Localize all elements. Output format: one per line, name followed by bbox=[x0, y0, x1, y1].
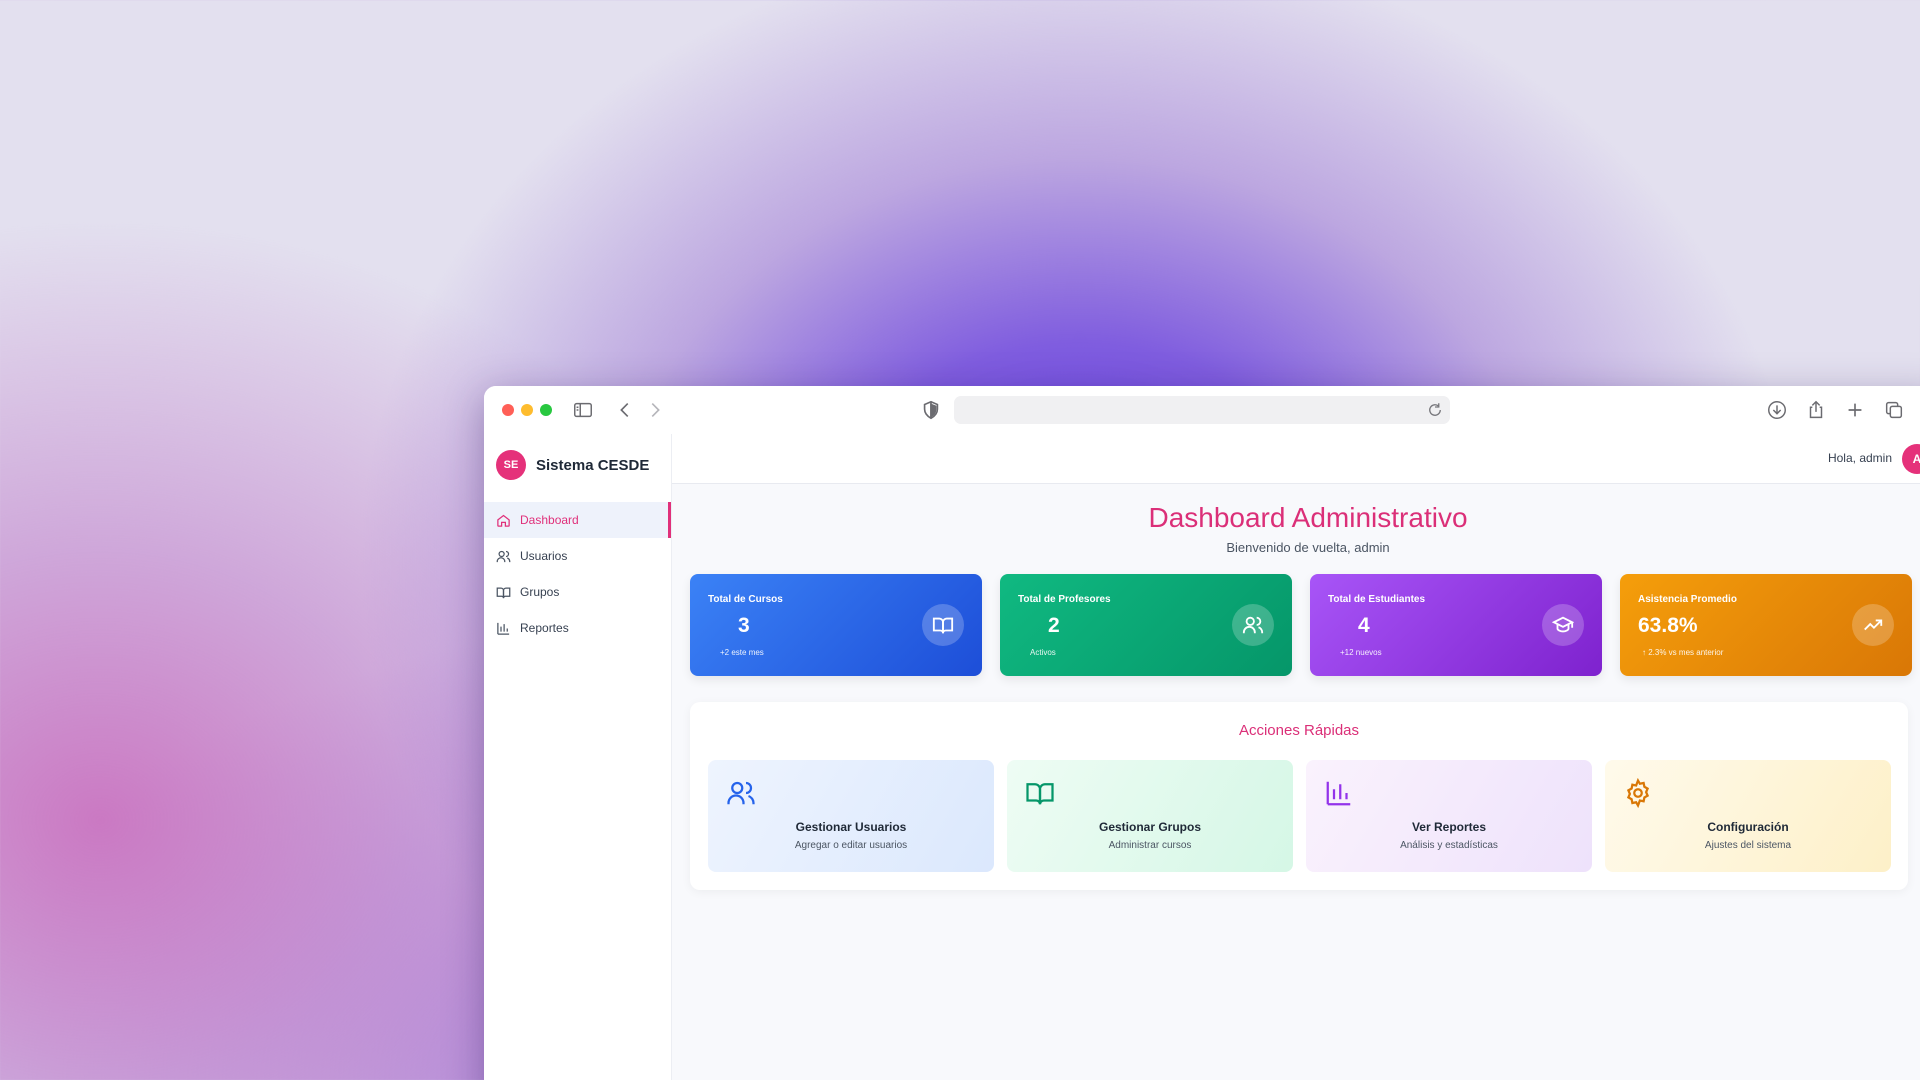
stat-note: +2 este mes bbox=[720, 648, 764, 657]
stat-value: 4 bbox=[1358, 614, 1370, 637]
stat-note: ↑ 2.3% vs mes anterior bbox=[1642, 648, 1724, 657]
tab-overview-icon[interactable] bbox=[1883, 399, 1905, 421]
user-greeting: Hola, admin bbox=[1827, 451, 1892, 465]
zoom-window-button[interactable] bbox=[540, 404, 552, 416]
new-tab-icon[interactable] bbox=[1844, 399, 1866, 421]
download-icon[interactable] bbox=[1766, 399, 1788, 421]
sidebar-item-label: Reportes bbox=[520, 621, 569, 635]
sidebar-item-label: Dashboard bbox=[520, 513, 579, 527]
sidebar-item-grupos[interactable]: Grupos bbox=[484, 574, 671, 610]
sidebar-item-label: Grupos bbox=[520, 585, 560, 599]
shield-icon[interactable] bbox=[920, 399, 942, 421]
quick-action-desc: Análisis y estadísticas bbox=[1400, 840, 1498, 851]
quick-actions-title: Acciones Rápidas bbox=[1238, 722, 1360, 739]
users-icon bbox=[726, 778, 756, 808]
graduation-cap-icon bbox=[1542, 604, 1584, 646]
ver-reportes-button[interactable]: Ver Reportes Análisis y estadísticas bbox=[1306, 760, 1592, 872]
stat-value: 63.8% bbox=[1638, 614, 1698, 637]
users-icon bbox=[496, 549, 511, 564]
page-subtitle: Bienvenido de vuelta, admin bbox=[1226, 540, 1390, 555]
sidebar: SE Sistema CESDE Dashboard Usuarios Grup… bbox=[484, 434, 672, 1080]
bar-chart-icon bbox=[1324, 778, 1354, 808]
sidebar-toggle-icon[interactable] bbox=[572, 399, 594, 421]
quick-action-desc: Ajustes del sistema bbox=[1704, 840, 1792, 851]
forward-arrow-icon[interactable] bbox=[644, 399, 666, 421]
stat-card-profesores: Total de Profesores 2 Activos bbox=[1000, 574, 1292, 676]
stat-label: Asistencia Promedio bbox=[1638, 594, 1737, 605]
gestionar-usuarios-button[interactable]: Gestionar Usuarios Agregar o editar usua… bbox=[708, 760, 994, 872]
stat-label: Total de Profesores bbox=[1018, 594, 1111, 605]
quick-action-title: Gestionar Grupos bbox=[1098, 820, 1202, 834]
sidebar-item-usuarios[interactable]: Usuarios bbox=[484, 538, 671, 574]
back-arrow-icon[interactable] bbox=[614, 399, 636, 421]
users-icon bbox=[1232, 604, 1274, 646]
minimize-window-button[interactable] bbox=[521, 404, 533, 416]
share-icon[interactable] bbox=[1805, 399, 1827, 421]
avatar[interactable]: A bbox=[1902, 444, 1920, 474]
quick-action-desc: Administrar cursos bbox=[1108, 840, 1192, 851]
quick-action-title: Gestionar Usuarios bbox=[795, 820, 907, 834]
bar-chart-icon bbox=[496, 621, 511, 636]
address-bar[interactable] bbox=[954, 396, 1450, 424]
stat-value: 2 bbox=[1048, 614, 1060, 637]
quick-actions-panel: Acciones Rápidas Gestionar Usuarios Agre… bbox=[690, 702, 1908, 890]
main-content: Hola, admin A Dashboard Administrativo B… bbox=[672, 434, 1920, 1080]
top-header: Hola, admin A bbox=[672, 434, 1920, 484]
book-icon bbox=[1025, 778, 1055, 808]
quick-action-title: Ver Reportes bbox=[1411, 820, 1487, 834]
stat-label: Total de Cursos bbox=[708, 594, 783, 605]
book-icon bbox=[922, 604, 964, 646]
stat-note: +12 nuevos bbox=[1340, 648, 1382, 657]
brand-name: Sistema CESDE bbox=[536, 456, 650, 474]
trending-up-icon bbox=[1852, 604, 1894, 646]
sidebar-item-label: Usuarios bbox=[520, 549, 568, 563]
page-title: Dashboard Administrativo bbox=[1148, 502, 1468, 533]
book-icon bbox=[496, 585, 511, 600]
configuracion-button[interactable]: Configuración Ajustes del sistema bbox=[1605, 760, 1891, 872]
browser-window: SE Sistema CESDE Dashboard Usuarios Grup… bbox=[484, 386, 1920, 1080]
stat-value: 3 bbox=[738, 614, 750, 637]
quick-action-desc: Agregar o editar usuarios bbox=[794, 840, 908, 851]
stat-card-estudiantes: Total de Estudiantes 4 +12 nuevos bbox=[1310, 574, 1602, 676]
sidebar-nav: Dashboard Usuarios Grupos Reportes bbox=[484, 502, 671, 646]
stat-card-asistencia: Asistencia Promedio 63.8% ↑ 2.3% vs mes … bbox=[1620, 574, 1912, 676]
quick-action-title: Configuración bbox=[1707, 820, 1789, 834]
close-window-button[interactable] bbox=[502, 404, 514, 416]
stat-card-cursos: Total de Cursos 3 +2 este mes bbox=[690, 574, 982, 676]
brand-logo: SE bbox=[496, 450, 526, 480]
browser-titlebar bbox=[484, 386, 1920, 434]
sidebar-item-reportes[interactable]: Reportes bbox=[484, 610, 671, 646]
sidebar-item-dashboard[interactable]: Dashboard bbox=[484, 502, 671, 538]
home-icon bbox=[496, 513, 511, 528]
stat-note: Activos bbox=[1030, 648, 1056, 657]
gestionar-grupos-button[interactable]: Gestionar Grupos Administrar cursos bbox=[1007, 760, 1293, 872]
gear-icon bbox=[1623, 777, 1653, 809]
reload-icon[interactable] bbox=[1426, 401, 1444, 419]
stat-label: Total de Estudiantes bbox=[1328, 594, 1426, 605]
brand[interactable]: SE Sistema CESDE bbox=[496, 450, 649, 480]
